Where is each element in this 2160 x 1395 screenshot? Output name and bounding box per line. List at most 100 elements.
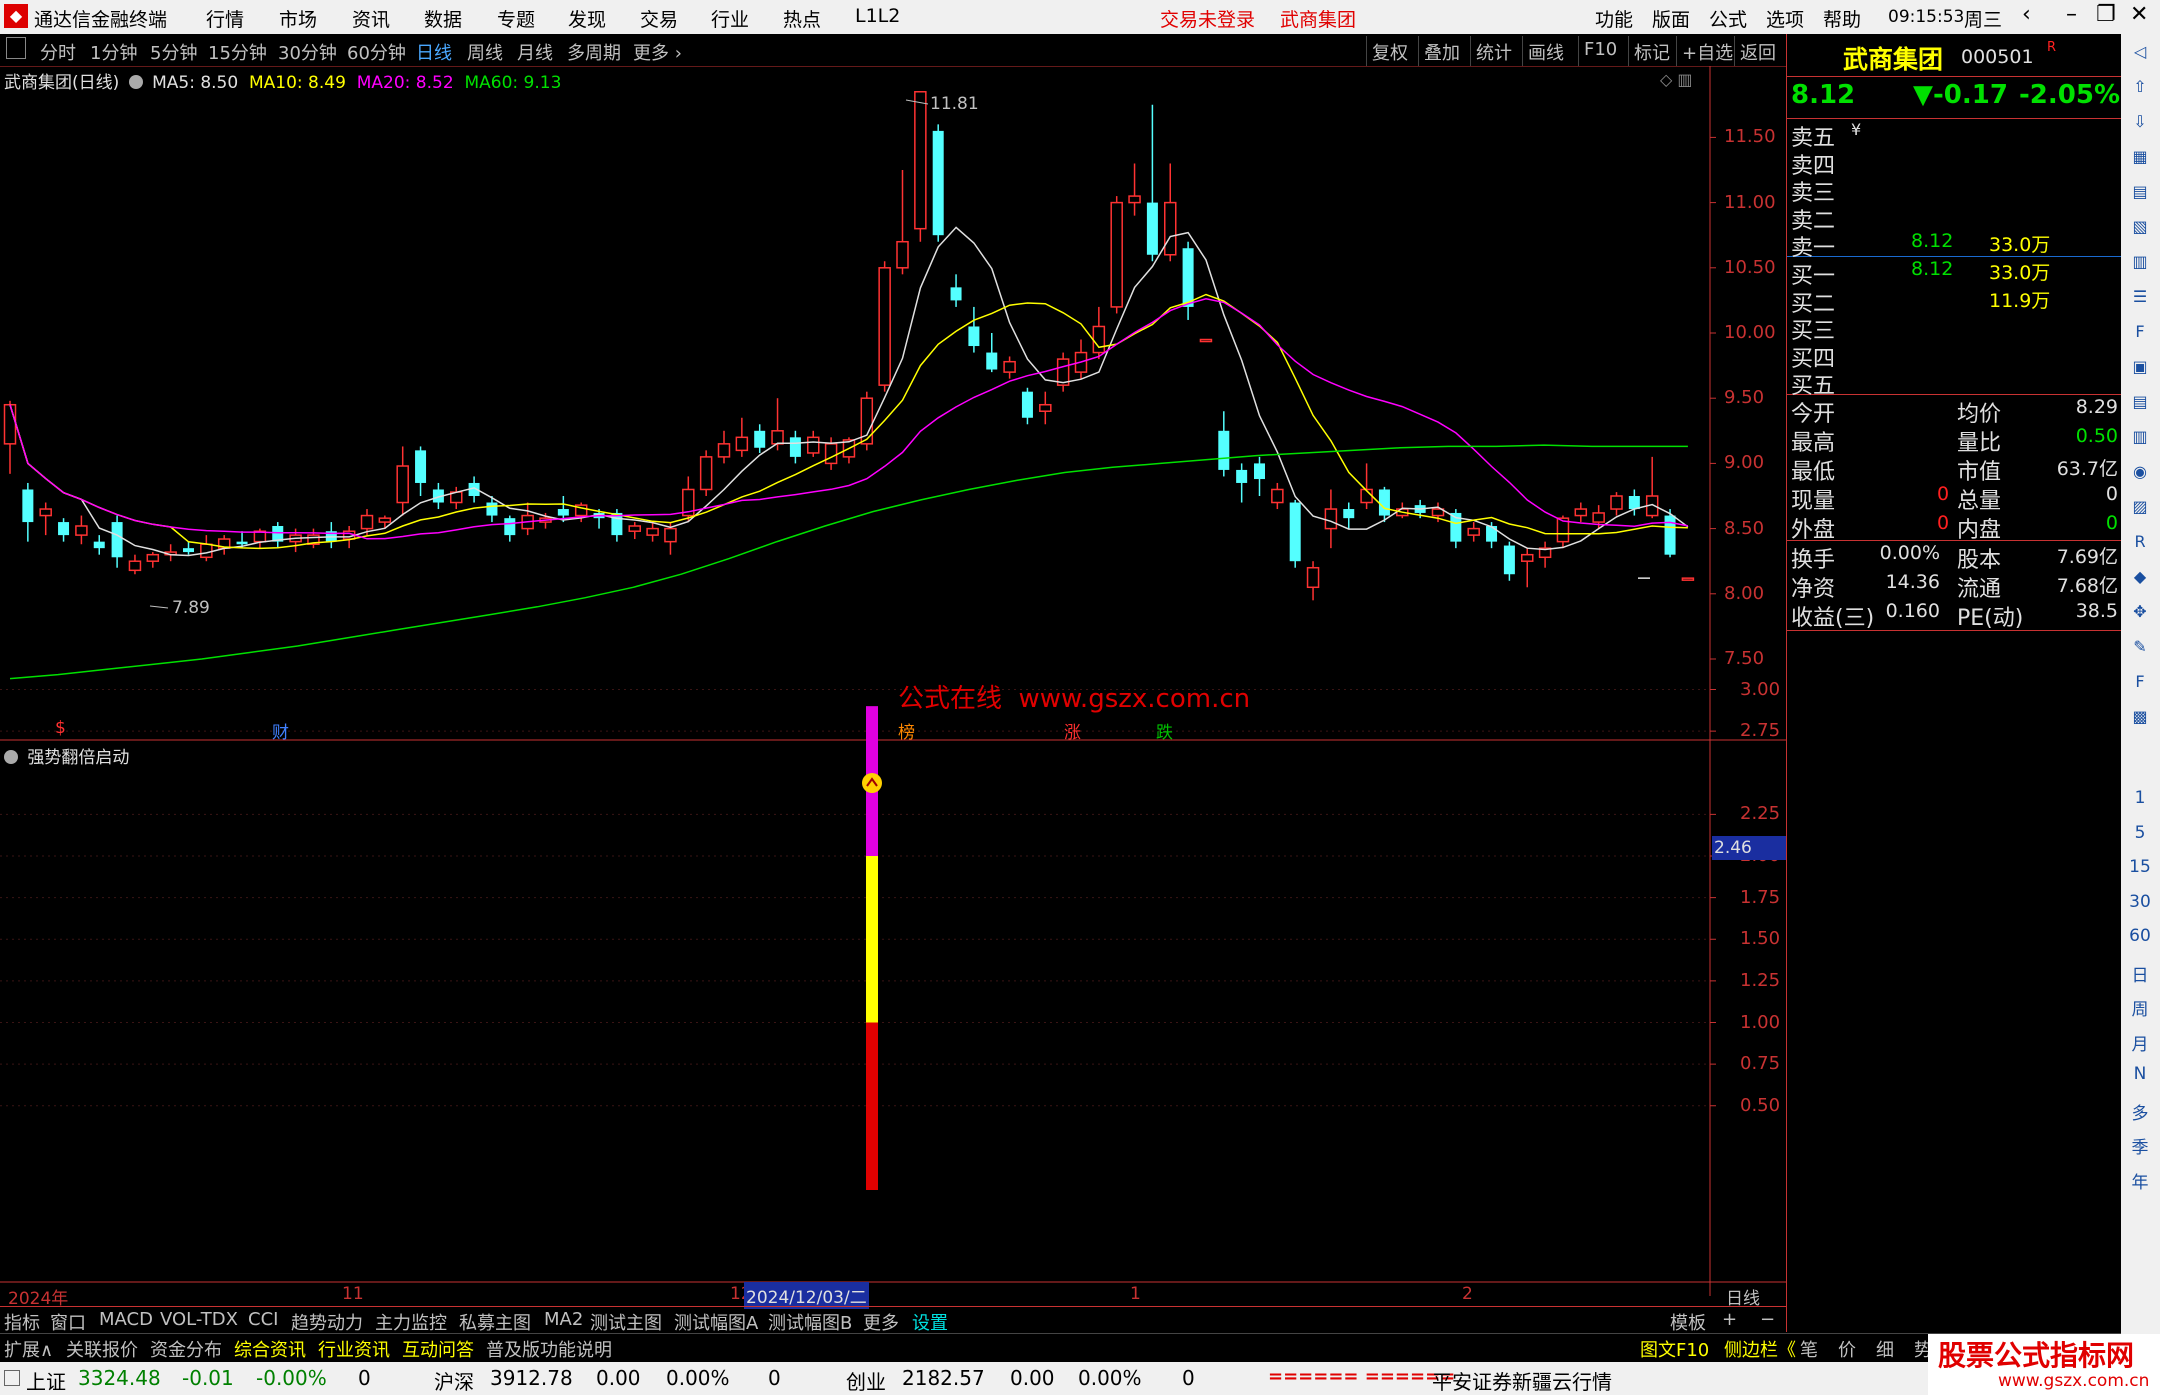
menu-layout[interactable]: 版面: [1652, 5, 1690, 32]
menu-data[interactable]: 数据: [424, 5, 462, 32]
info-tab-expand[interactable]: 扩展∧: [4, 1336, 53, 1362]
action-f10[interactable]: F10: [1584, 39, 1617, 60]
tab-tick[interactable]: 笔: [1800, 1336, 1818, 1362]
restore-icon[interactable]: ❐: [2096, 2, 2116, 27]
event-marker-up[interactable]: 涨: [1064, 718, 1081, 743]
login-status[interactable]: 交易未登录: [1160, 5, 1255, 32]
sidebar-period-8[interactable]: N: [2129, 1064, 2151, 1084]
ind-tab-test-a[interactable]: 测试幅图A: [674, 1309, 758, 1335]
menu-industry[interactable]: 行业: [711, 5, 749, 32]
sidebar-period-0[interactable]: 1: [2129, 788, 2151, 808]
server-name[interactable]: 平安证券新疆云行情: [1432, 1366, 1612, 1395]
ind-tab-vol[interactable]: VOL-TDX: [160, 1309, 238, 1330]
move-icon[interactable]: ✥: [2129, 602, 2151, 621]
sidebar-period-1[interactable]: 5: [2129, 823, 2151, 843]
ind-tab-test-b[interactable]: 测试幅图B: [768, 1309, 852, 1335]
ind-tab-monitor[interactable]: 主力监控: [375, 1309, 447, 1335]
menu-l1l2[interactable]: L1L2: [855, 5, 900, 27]
ind-tab-more[interactable]: 更多: [863, 1309, 899, 1335]
kline-icon[interactable]: ▥: [2129, 252, 2151, 271]
sidebar-period-6[interactable]: 周: [2129, 995, 2151, 1020]
chart-settings-icon[interactable]: ◇ ▥: [1660, 70, 1693, 89]
switch-icon[interactable]: ▩: [2129, 707, 2151, 726]
action-add-watch[interactable]: +自选: [1682, 39, 1733, 65]
ind-tab-private[interactable]: 私募主图: [459, 1309, 531, 1335]
ind-tab-test-main[interactable]: 测试主图: [590, 1309, 662, 1335]
ind-tab-trend[interactable]: 趋势动力: [291, 1309, 363, 1335]
close-icon[interactable]: ✕: [2130, 2, 2148, 27]
info-tab-news[interactable]: 综合资讯: [234, 1336, 306, 1362]
sidebar-period-4[interactable]: 60: [2129, 926, 2151, 946]
collapse-icon[interactable]: ◁: [2129, 42, 2151, 61]
period-tab-time[interactable]: 分时: [40, 39, 76, 65]
info-tab-related[interactable]: 关联报价: [66, 1336, 138, 1362]
list-icon[interactable]: ☰: [2129, 287, 2151, 306]
period-tab-multi[interactable]: 多周期: [567, 39, 621, 65]
sidebar-period-10[interactable]: 季: [2129, 1133, 2151, 1158]
period-tab-5m[interactable]: 5分钟: [150, 39, 197, 65]
menu-quote[interactable]: 行情: [206, 5, 244, 32]
action-overlay[interactable]: 叠加: [1424, 39, 1460, 65]
add-indicator-button[interactable]: +: [1722, 1309, 1737, 1330]
ind-tab-settings[interactable]: 设置: [912, 1309, 948, 1335]
sidebar-period-11[interactable]: 年: [2129, 1168, 2151, 1193]
tab-price[interactable]: 价: [1838, 1336, 1856, 1362]
minimize-icon[interactable]: –: [2066, 2, 2077, 27]
period-tab-15m[interactable]: 15分钟: [208, 39, 267, 65]
menu-topic[interactable]: 专题: [497, 5, 535, 32]
event-marker-rank[interactable]: 榜: [898, 718, 915, 743]
line-icon[interactable]: ▧: [2129, 217, 2151, 236]
grid-icon[interactable]: ▤: [2129, 182, 2151, 201]
menu-discover[interactable]: 发现: [568, 5, 606, 32]
circle-icon[interactable]: ◉: [2129, 462, 2151, 481]
sidebar-period-5[interactable]: 日: [2129, 961, 2151, 986]
menu-trade[interactable]: 交易: [640, 5, 678, 32]
toolbar-menu-icon[interactable]: [6, 37, 26, 59]
book-icon[interactable]: ▣: [2129, 357, 2151, 376]
index-hs-name[interactable]: 沪深: [434, 1366, 474, 1395]
sidebar-toggle[interactable]: 侧边栏《: [1724, 1336, 1796, 1362]
menu-market[interactable]: 市场: [279, 5, 317, 32]
sidebar-period-7[interactable]: 月: [2129, 1030, 2151, 1055]
period-tab-60m[interactable]: 60分钟: [347, 39, 406, 65]
menu-formula[interactable]: 公式: [1709, 5, 1747, 32]
menu-news[interactable]: 资讯: [352, 5, 390, 32]
event-marker-finance[interactable]: 财: [272, 718, 289, 743]
period-tab-month[interactable]: 月线: [517, 39, 553, 65]
template-button[interactable]: 模板: [1670, 1309, 1706, 1335]
menu-function[interactable]: 功能: [1595, 5, 1633, 32]
ind-tab-window[interactable]: 窗口: [50, 1309, 86, 1335]
action-adjust[interactable]: 复权: [1372, 39, 1408, 65]
info-tab-qa[interactable]: 互动问答: [402, 1336, 474, 1362]
down-icon[interactable]: ⇩: [2129, 112, 2151, 131]
f10-icon[interactable]: F: [2129, 322, 2151, 341]
info-tab-funds[interactable]: 资金分布: [150, 1336, 222, 1362]
menu-hot[interactable]: 热点: [783, 5, 821, 32]
signal-icon[interactable]: ▨: [2129, 497, 2151, 516]
ind-tab-indicator[interactable]: 指标: [4, 1309, 40, 1335]
sidebar-period-2[interactable]: 15: [2129, 857, 2151, 877]
action-back[interactable]: 返回: [1740, 39, 1776, 65]
period-tab-more[interactable]: 更多 ›: [633, 39, 682, 65]
hot-icon[interactable]: ◆: [2129, 567, 2151, 586]
event-marker-down[interactable]: 跌: [1156, 718, 1173, 743]
period-tab-30m[interactable]: 30分钟: [278, 39, 337, 65]
tab-detail[interactable]: 细: [1876, 1336, 1894, 1362]
ind-tab-ma2[interactable]: MA2: [544, 1309, 583, 1330]
ind-tab-cci[interactable]: CCI: [248, 1309, 278, 1330]
ma-toggle-icon[interactable]: [128, 75, 143, 89]
action-mark[interactable]: 标记: [1634, 39, 1670, 65]
sub-chart-toggle-icon[interactable]: [4, 750, 18, 764]
remove-indicator-button[interactable]: −: [1760, 1309, 1775, 1330]
f5-icon[interactable]: F: [2129, 672, 2151, 691]
action-stats[interactable]: 统计: [1476, 39, 1512, 65]
period-tab-week[interactable]: 周线: [467, 39, 503, 65]
period-tab-day[interactable]: 日线: [416, 39, 452, 65]
up-icon[interactable]: ⇧: [2129, 77, 2151, 96]
ind-tab-macd[interactable]: MACD: [99, 1309, 153, 1330]
index-cy-name[interactable]: 创业: [846, 1366, 886, 1395]
kline-chart[interactable]: [0, 66, 1786, 1296]
period-tab-1m[interactable]: 1分钟: [90, 39, 137, 65]
sidebar-period-9[interactable]: 多: [2129, 1099, 2151, 1124]
action-draw[interactable]: 画线: [1528, 39, 1564, 65]
